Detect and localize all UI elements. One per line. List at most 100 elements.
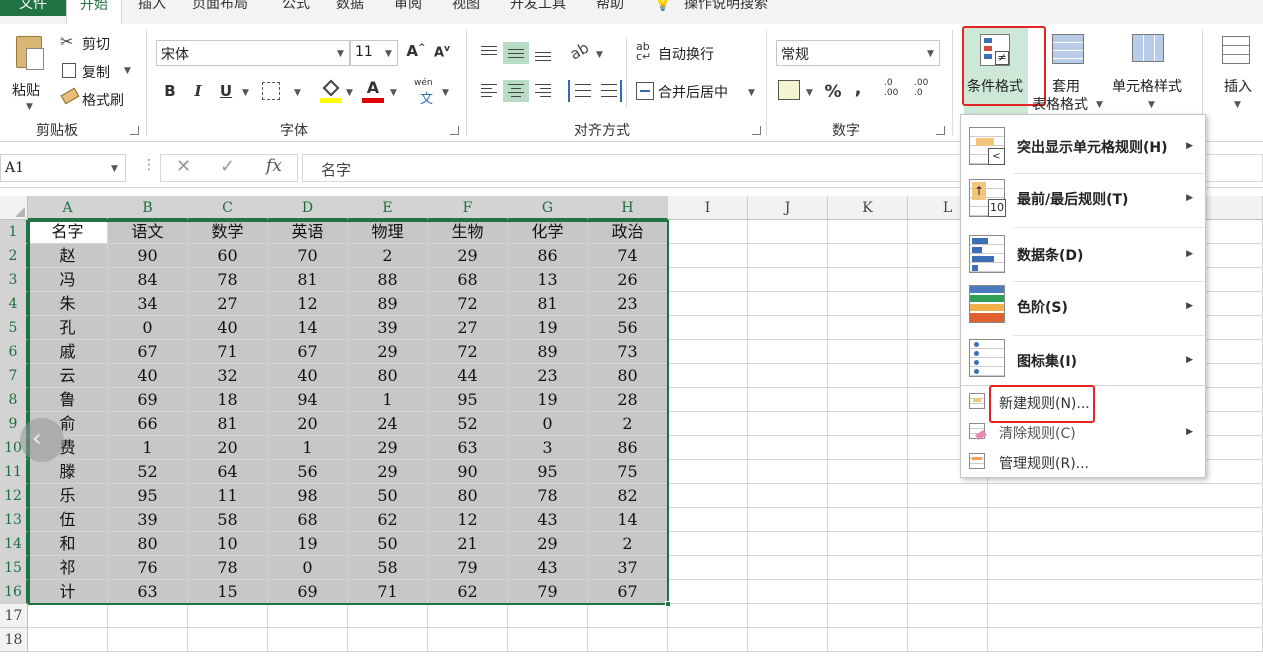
merge-center-button[interactable]: 合并后居中 ▼ [636,80,766,104]
increase-decimal-icon[interactable]: .0 .00 [884,78,906,98]
copy-button[interactable]: 复制 ▼ [60,60,136,82]
table-cell[interactable] [988,628,1263,652]
cell-styles-button[interactable]: 单元格样式 ▼ [1110,30,1194,114]
column-header-A[interactable]: A [28,196,108,220]
percent-button[interactable]: % [822,82,844,102]
table-cell[interactable]: 78 [188,268,268,292]
row-header-13[interactable]: 13 [0,508,28,532]
table-cell[interactable] [908,556,988,580]
font-color-icon[interactable]: A [362,78,384,104]
table-cell[interactable] [908,508,988,532]
table-cell[interactable] [668,244,748,268]
table-cell[interactable] [28,628,108,652]
table-cell[interactable]: 94 [268,388,348,412]
table-cell[interactable]: 1 [108,436,188,460]
row-header-18[interactable]: 18 [0,628,28,652]
table-cell[interactable] [828,340,908,364]
table-cell[interactable] [748,604,828,628]
row-header-8[interactable]: 8 [0,388,28,412]
table-cell[interactable] [828,412,908,436]
table-cell[interactable]: 2 [588,412,668,436]
table-cell[interactable]: 29 [348,460,428,484]
table-cell[interactable]: 19 [508,388,588,412]
table-cell[interactable] [668,604,748,628]
table-cell[interactable]: 64 [188,460,268,484]
table-cell[interactable]: 乐 [28,484,108,508]
format-as-table-button[interactable]: 套用 表格格式 ▼ [1032,30,1106,114]
row-header-4[interactable]: 4 [0,292,28,316]
table-cell[interactable] [828,484,908,508]
table-cell[interactable] [668,436,748,460]
table-cell[interactable] [668,580,748,604]
phonetic-icon[interactable]: wén 文 [414,78,438,107]
menu-item-manage-rules[interactable]: 管理规则(R)... [961,449,1205,477]
align-right-icon[interactable] [530,80,556,102]
table-cell[interactable]: 98 [268,484,348,508]
table-cell[interactable] [668,460,748,484]
table-cell[interactable] [748,364,828,388]
table-cell[interactable] [428,628,508,652]
table-cell[interactable]: 29 [348,340,428,364]
table-cell[interactable]: 29 [348,436,428,460]
table-cell[interactable] [748,556,828,580]
table-cell[interactable]: 81 [268,268,348,292]
table-cell[interactable] [748,268,828,292]
table-cell[interactable] [668,556,748,580]
table-cell[interactable] [188,604,268,628]
table-cell[interactable]: 云 [28,364,108,388]
orientation-dropdown-icon[interactable]: ▼ [596,50,603,60]
table-cell[interactable]: 81 [188,412,268,436]
table-cell[interactable] [828,580,908,604]
table-cell[interactable]: 74 [588,244,668,268]
table-cell[interactable]: 67 [588,580,668,604]
table-cell[interactable]: 13 [508,268,588,292]
header-cell[interactable]: 政治 [588,220,668,244]
table-cell[interactable]: 43 [508,508,588,532]
table-cell[interactable] [748,292,828,316]
row-header-16[interactable]: 16 [0,580,28,604]
table-cell[interactable] [748,580,828,604]
table-cell[interactable] [908,580,988,604]
header-cell[interactable] [828,220,908,244]
table-cell[interactable] [828,556,908,580]
table-cell[interactable]: 67 [108,340,188,364]
menu-item-color-scales[interactable]: 色阶(S) ▶ [961,283,1205,335]
table-cell[interactable]: 66 [108,412,188,436]
border-dropdown-icon[interactable]: ▼ [294,88,301,98]
table-cell[interactable]: 1 [348,388,428,412]
table-cell[interactable]: 78 [508,484,588,508]
table-cell[interactable] [28,604,108,628]
table-cell[interactable]: 23 [588,292,668,316]
table-cell[interactable] [748,388,828,412]
font-size-select[interactable]: 11 ▼ [350,40,398,66]
fill-handle[interactable] [665,601,671,607]
bold-button[interactable]: B [160,82,180,100]
row-header-6[interactable]: 6 [0,340,28,364]
table-cell[interactable]: 44 [428,364,508,388]
table-cell[interactable] [748,532,828,556]
table-cell[interactable]: 70 [268,244,348,268]
table-cell[interactable]: 80 [108,532,188,556]
table-cell[interactable]: 计 [28,580,108,604]
table-cell[interactable]: 3 [508,436,588,460]
phonetic-dropdown-icon[interactable]: ▼ [442,88,449,98]
table-cell[interactable]: 和 [28,532,108,556]
table-cell[interactable]: 29 [428,244,508,268]
table-cell[interactable] [828,292,908,316]
table-cell[interactable]: 39 [108,508,188,532]
table-cell[interactable] [828,436,908,460]
table-cell[interactable]: 2 [348,244,428,268]
tab-view[interactable]: 视图 [452,0,480,16]
increase-font-size-icon[interactable]: A^ [406,42,426,60]
table-cell[interactable] [508,628,588,652]
border-icon[interactable] [262,82,280,100]
table-cell[interactable] [748,460,828,484]
table-cell[interactable]: 24 [348,412,428,436]
table-cell[interactable] [988,532,1263,556]
table-cell[interactable]: 71 [348,580,428,604]
table-cell[interactable]: 63 [108,580,188,604]
row-header-15[interactable]: 15 [0,556,28,580]
tab-review[interactable]: 审阅 [394,0,422,16]
table-cell[interactable]: 27 [428,316,508,340]
table-cell[interactable]: 23 [508,364,588,388]
